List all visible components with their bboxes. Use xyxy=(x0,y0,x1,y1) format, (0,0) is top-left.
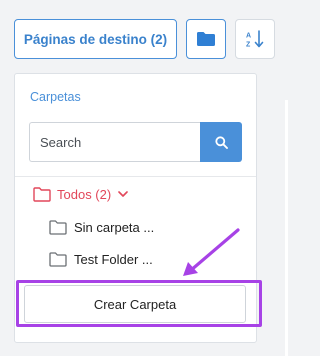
folder-outline-icon xyxy=(33,186,51,202)
folder-icon xyxy=(197,32,215,46)
folder-search xyxy=(29,122,242,162)
folder-item-test-folder[interactable]: Test Folder ... xyxy=(49,249,153,269)
search-input[interactable] xyxy=(29,122,200,162)
folder-tree-root-label: Todos (2) xyxy=(57,186,112,202)
folder-item-label: Test Folder ... xyxy=(74,251,153,267)
folders-panel: Carpetas Todos (2) Sin carpeta ... Test … xyxy=(14,73,257,343)
sort-glyph-a: A xyxy=(246,33,251,40)
chevron-down-icon xyxy=(118,191,129,197)
search-button[interactable] xyxy=(200,122,242,162)
folder-item-label: Sin carpeta ... xyxy=(74,219,155,235)
create-folder-button[interactable]: Crear Carpeta xyxy=(24,285,246,323)
folder-outline-icon xyxy=(49,251,67,267)
folder-outline-icon xyxy=(49,219,67,235)
sort-glyph-z: Z xyxy=(246,42,251,49)
create-folder-button-label: Crear Carpeta xyxy=(93,296,177,312)
sort-az-button[interactable]: A Z xyxy=(235,19,275,59)
panel-divider xyxy=(15,176,256,177)
adjacent-panel-edge xyxy=(285,100,288,356)
folder-item-sin-carpeta[interactable]: Sin carpeta ... xyxy=(49,217,154,237)
panel-title: Carpetas xyxy=(30,90,81,104)
folder-tree-root[interactable]: Todos (2) xyxy=(33,184,129,204)
search-icon xyxy=(214,135,228,149)
sort-alpha-down-icon: A Z xyxy=(246,30,264,49)
folder-toggle-button[interactable] xyxy=(186,19,226,59)
landing-pages-button[interactable]: Páginas de destino (2) xyxy=(14,19,177,59)
landing-pages-button-label: Páginas de destino (2) xyxy=(23,31,168,47)
